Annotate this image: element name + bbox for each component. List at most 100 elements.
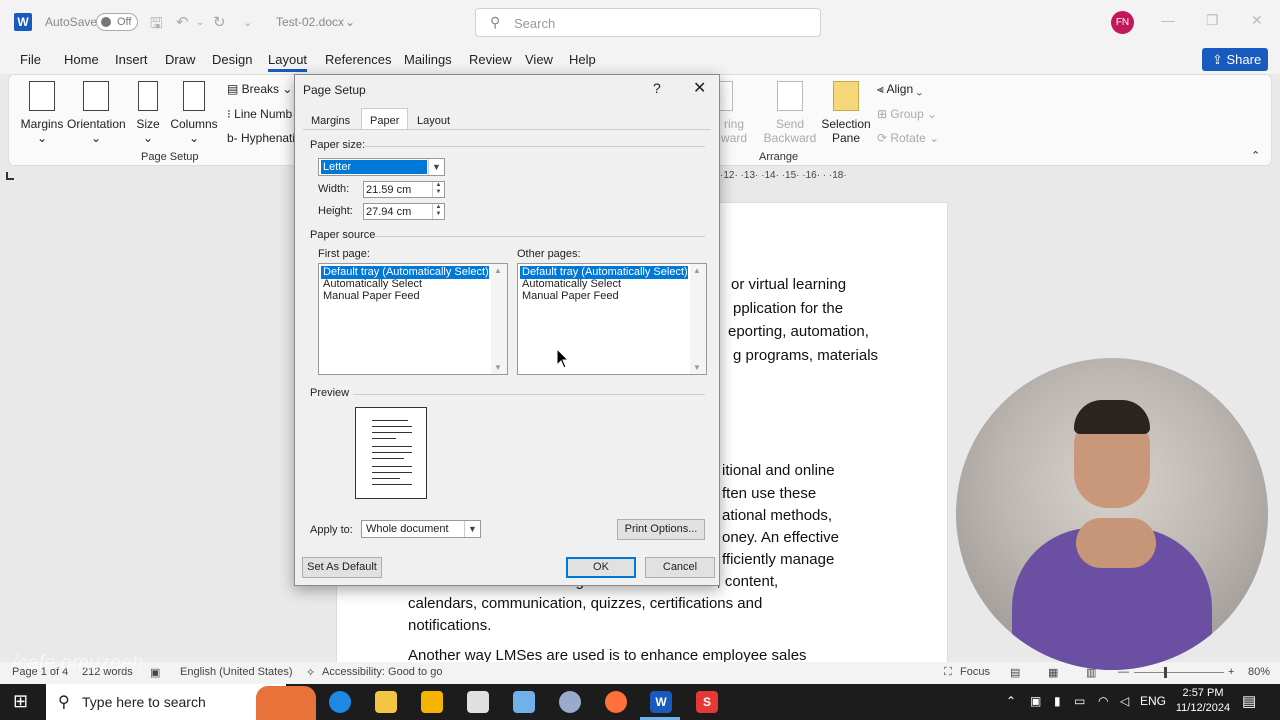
list-item[interactable]: Manual Paper Feed <box>321 290 422 303</box>
notepad-icon[interactable] <box>513 691 535 713</box>
focus-mode-button[interactable]: Focus <box>960 666 990 678</box>
taskbar-widget-icon[interactable] <box>256 686 316 720</box>
customize-qat-icon[interactable]: ⌄ <box>243 16 252 29</box>
close-icon[interactable]: ✕ <box>693 78 706 98</box>
zoom-in-icon[interactable]: + <box>1228 666 1234 678</box>
tray-volume-icon[interactable]: ◁ <box>1120 694 1129 708</box>
columns-button[interactable]: Columns ⌄ <box>169 81 219 145</box>
tab-draw[interactable]: Draw <box>165 52 195 67</box>
word-taskbar-icon[interactable]: W <box>650 691 672 713</box>
collapse-ribbon-icon[interactable]: ⌃ <box>1251 149 1260 162</box>
bring-forward-label-2: ward <box>720 131 747 145</box>
search-box[interactable]: ⚲ Search <box>475 8 821 37</box>
set-as-default-button[interactable]: Set As Default <box>302 557 382 578</box>
align-button[interactable]: ⫷ Align ⌄ <box>877 82 922 97</box>
tab-references[interactable]: References <box>325 52 391 67</box>
height-stepper-icon[interactable]: ▲ ▼ <box>432 204 444 219</box>
size-button[interactable]: Size ⌄ <box>133 81 163 145</box>
group-button[interactable]: ⊞ Group ⌄ <box>877 107 937 121</box>
tab-help[interactable]: Help <box>569 52 596 67</box>
group-label: Group <box>890 107 924 121</box>
notifications-icon[interactable]: ▤ <box>1242 692 1256 710</box>
undo-dropdown-icon[interactable]: ⌄ <box>196 17 204 28</box>
firefox-icon[interactable] <box>605 691 627 713</box>
clock[interactable]: 2:57 PM 11/12/2024 <box>1172 686 1234 716</box>
ok-button[interactable]: OK <box>566 557 636 578</box>
tab-home[interactable]: Home <box>64 52 99 67</box>
share-button[interactable]: ⇪ Share ⌄ <box>1202 48 1268 90</box>
width-input[interactable]: 21.59 cm ▲ ▼ <box>363 181 445 198</box>
save-icon[interactable]: 🖫 <box>150 13 163 38</box>
store-icon[interactable] <box>421 691 443 713</box>
print-options-button[interactable]: Print Options... <box>617 519 705 540</box>
selection-pane-button[interactable]: Selection Pane <box>821 81 871 145</box>
zoom-level[interactable]: 80% <box>1248 666 1270 678</box>
zoom-slider[interactable] <box>1134 672 1224 673</box>
keyboard-language[interactable]: ENG <box>1140 694 1166 708</box>
margins-button[interactable]: Margins ⌄ <box>19 81 65 145</box>
restore-icon[interactable]: ❐ <box>1206 12 1219 29</box>
tab-insert[interactable]: Insert <box>115 52 148 67</box>
paper-size-select[interactable]: Letter ▼ <box>318 158 445 176</box>
tab-view[interactable]: View <box>525 52 553 67</box>
help-button[interactable]: ? <box>653 80 661 96</box>
first-page-tray-list[interactable]: Default tray (Automatically Select) Auto… <box>318 263 508 375</box>
tab-review[interactable]: Review <box>469 52 512 67</box>
tab-mailings[interactable]: Mailings <box>404 52 452 67</box>
tab-selector-icon[interactable] <box>6 172 14 180</box>
undo-icon[interactable]: ↶ <box>176 13 189 31</box>
tab-file[interactable]: File <box>20 52 41 67</box>
accessibility-status[interactable]: Accessibility: Good to go <box>322 666 442 678</box>
bring-forward-icon <box>719 81 733 111</box>
cancel-button[interactable]: Cancel <box>645 557 715 578</box>
proofing-icon[interactable]: ▣ <box>150 666 160 679</box>
document-name-dropdown-icon[interactable]: ⌄ <box>345 15 355 29</box>
tray-wifi-icon[interactable]: ◠ <box>1098 694 1108 708</box>
windows-start-icon[interactable]: ⊞ <box>13 691 28 712</box>
hyphenation-button[interactable]: b‐ Hyphenati <box>227 131 295 145</box>
mail-icon[interactable] <box>467 691 489 713</box>
scroll-down-icon[interactable]: ▼ <box>494 363 502 372</box>
line-numbers-button[interactable]: ⁝ Line Numb <box>227 107 292 121</box>
tab-design[interactable]: Design <box>212 52 252 67</box>
file-explorer-icon[interactable] <box>375 691 397 713</box>
width-stepper-icon[interactable]: ▲ ▼ <box>432 182 444 197</box>
taskbar-search[interactable]: ⚲ Type here to search <box>46 684 286 720</box>
tab-margins[interactable]: Margins <box>311 115 350 127</box>
minimize-icon[interactable]: — <box>1161 12 1175 28</box>
orientation-button[interactable]: Orientation ⌄ <box>67 81 126 145</box>
settings-app-icon[interactable] <box>559 691 581 713</box>
document-name[interactable]: Test-02.docx <box>276 15 344 29</box>
scroll-up-icon[interactable]: ▲ <box>494 266 502 275</box>
user-avatar[interactable]: FN <box>1111 11 1134 34</box>
search-placeholder: Search <box>514 16 556 31</box>
tray-camera-icon[interactable]: ▣ <box>1030 694 1041 708</box>
rotate-button[interactable]: ⟳ Rotate ⌄ <box>877 131 939 145</box>
tab-layout-dialog[interactable]: Layout <box>417 115 450 127</box>
language-status[interactable]: English (United States) <box>180 666 293 678</box>
list-item[interactable]: Manual Paper Feed <box>520 290 621 303</box>
tray-expand-icon[interactable]: ⌃ <box>1006 694 1016 708</box>
breaks-button[interactable]: ▤ Breaks ⌄ <box>227 82 292 96</box>
send-backward-button[interactable]: Send Backward <box>761 81 819 145</box>
scroll-down-icon[interactable]: ▼ <box>693 363 701 372</box>
bring-forward-button[interactable]: ring ward <box>719 81 749 145</box>
scrollbar[interactable]: ▲ ▼ <box>491 264 507 374</box>
preview-line <box>372 446 412 447</box>
tab-layout[interactable]: Layout <box>268 52 308 72</box>
tray-usb-icon[interactable]: ▮ <box>1054 694 1061 708</box>
scroll-up-icon[interactable]: ▲ <box>693 266 701 275</box>
tray-battery-icon[interactable]: ▭ <box>1074 694 1085 708</box>
autosave-toggle[interactable]: Off <box>96 13 138 31</box>
doc-line: fficiently manage <box>722 551 835 568</box>
apply-to-select[interactable]: Whole document ▼ <box>361 520 481 538</box>
screen-recorder-icon[interactable]: S <box>696 691 718 713</box>
redo-icon[interactable]: ↻ <box>213 13 226 31</box>
other-pages-tray-list[interactable]: Default tray (Automatically Select) Auto… <box>517 263 707 375</box>
edge-icon[interactable] <box>329 691 351 713</box>
scrollbar[interactable]: ▲ ▼ <box>690 264 706 374</box>
close-window-icon[interactable]: ✕ <box>1251 12 1263 29</box>
tab-paper[interactable]: Paper <box>361 108 409 130</box>
preview-line <box>372 484 412 485</box>
height-input[interactable]: 27.94 cm ▲ ▼ <box>363 203 445 220</box>
